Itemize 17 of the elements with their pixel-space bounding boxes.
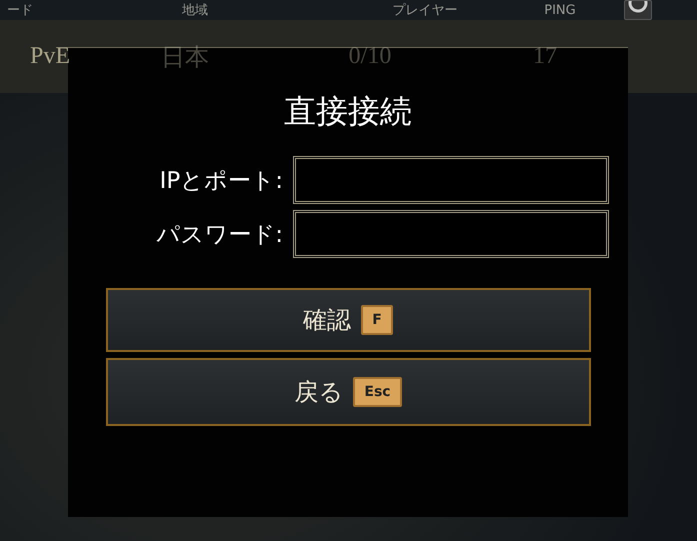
dialog-button[interactable]: 戻る Esc	[106, 358, 590, 426]
column-header[interactable]: PING	[544, 2, 576, 18]
dialog-button[interactable]: 確認 F	[106, 288, 590, 352]
input-field[interactable]	[293, 156, 609, 204]
key-hint: Esc	[353, 377, 402, 407]
table-cell-text: 日本	[161, 44, 209, 72]
key-hint: F	[361, 305, 393, 335]
field-label: IPとポート:	[160, 166, 283, 196]
column-header[interactable]: 地域	[182, 1, 208, 19]
column-header[interactable]: ード	[7, 1, 33, 19]
column-header[interactable]: プレイヤー	[392, 1, 458, 19]
input-field[interactable]	[293, 210, 609, 258]
table-cell: 17	[533, 43, 557, 70]
dialog-title: 直接接続	[284, 91, 412, 132]
field-label: パスワード:	[156, 220, 283, 250]
table-cell: 0/10	[348, 43, 392, 70]
table-cell: PvE	[30, 43, 70, 70]
